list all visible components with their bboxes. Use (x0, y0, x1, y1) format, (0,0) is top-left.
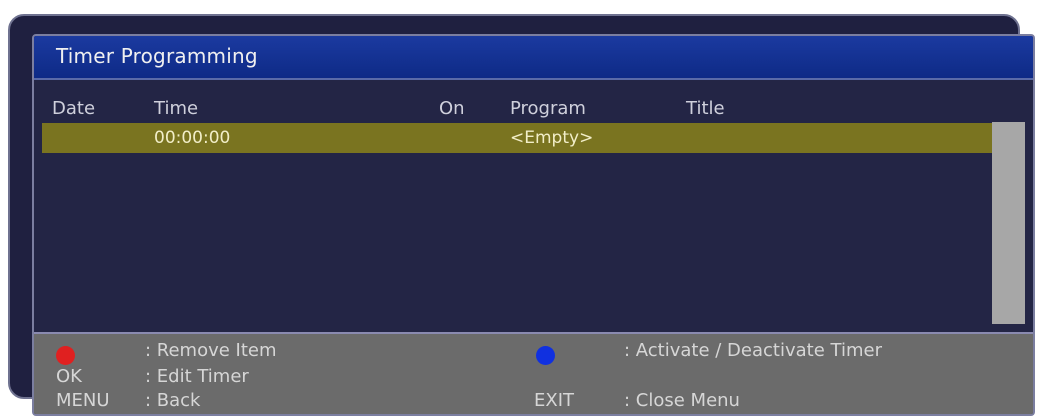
timer-list: 00:00:00 <Empty> (42, 120, 992, 326)
exit-key-label: EXIT (534, 390, 575, 411)
red-button-icon (56, 346, 75, 365)
column-date: Date (52, 98, 96, 119)
title-bar: Timer Programming (34, 36, 1033, 80)
back-label: : Back (145, 390, 201, 411)
column-time: Time (154, 98, 199, 119)
timer-row[interactable]: 00:00:00 <Empty> (42, 123, 992, 153)
remove-item-label: : Remove Item (145, 340, 277, 361)
row-time: 00:00:00 (154, 128, 231, 148)
menu-key-label: MENU (56, 390, 110, 411)
blue-button-icon (536, 346, 555, 365)
column-program: Program (510, 98, 586, 119)
scrollbar[interactable] (992, 122, 1025, 324)
edit-timer-label: : Edit Timer (145, 366, 249, 387)
column-title: Title (686, 98, 725, 119)
close-menu-label: : Close Menu (624, 390, 740, 411)
activate-timer-label: : Activate / Deactivate Timer (624, 340, 882, 361)
footer-help: : Remove Item : Activate / Deactivate Ti… (34, 332, 1033, 414)
row-program: <Empty> (510, 128, 594, 148)
timer-programming-window: Timer Programming Date Time On Program T… (32, 34, 1035, 416)
window-title: Timer Programming (56, 44, 258, 68)
column-on: On (439, 98, 465, 119)
column-header: Date Time On Program Title (34, 98, 1033, 120)
ok-key-label: OK (56, 366, 82, 387)
